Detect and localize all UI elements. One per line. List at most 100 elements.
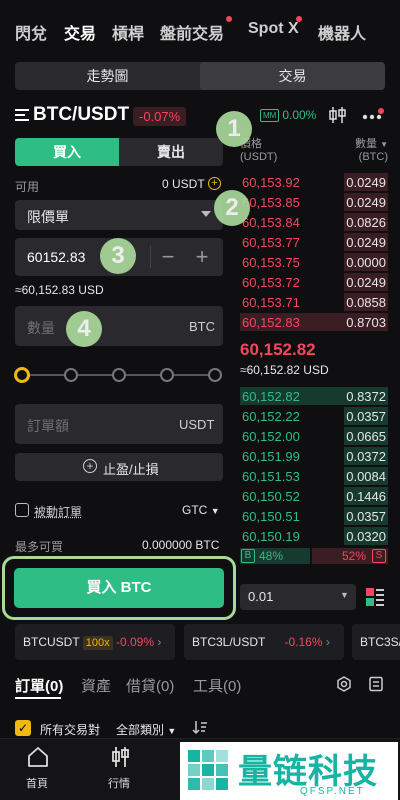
slider-step-50[interactable] bbox=[112, 368, 126, 382]
ticker-change: -0.09% bbox=[116, 635, 155, 649]
ask-row[interactable]: 60,153.77 0.0249 bbox=[240, 232, 388, 252]
orderbook-layout-icon[interactable] bbox=[364, 586, 386, 608]
bid-row[interactable]: 60,150.52 0.1446 bbox=[240, 486, 388, 506]
order-history-icon[interactable] bbox=[368, 676, 384, 692]
add-funds-icon[interactable]: + bbox=[208, 177, 221, 190]
price-usd: ≈60,152.83 USD bbox=[15, 283, 104, 297]
side-toggle: 買入 賣出 bbox=[15, 138, 223, 166]
tab-borrow[interactable]: 借貸(0) bbox=[126, 675, 174, 696]
slider-step-75[interactable] bbox=[160, 368, 174, 382]
sort-icon[interactable] bbox=[192, 719, 208, 735]
notification-dot bbox=[378, 108, 384, 114]
max-buy-label: 最多可買 bbox=[15, 540, 64, 554]
tp-sl-button[interactable]: + 止盈/止損 bbox=[15, 453, 223, 481]
tp-sl-label: 止盈/止損 bbox=[103, 462, 159, 477]
markets-icon[interactable] bbox=[108, 745, 132, 769]
slider-step-100[interactable] bbox=[208, 368, 222, 382]
tab-spot-x[interactable]: Spot X bbox=[248, 20, 299, 38]
row-price: 60,152.22 bbox=[242, 409, 300, 424]
ask-row[interactable]: 60,153.84 0.0826 bbox=[240, 212, 388, 232]
bid-row[interactable]: 60,150.19 0.0320 bbox=[240, 526, 388, 546]
tab-orders[interactable]: 訂單(0) bbox=[15, 675, 63, 696]
annotation-4: 4 bbox=[66, 311, 102, 347]
checkbox-checked-icon[interactable]: ✓ bbox=[15, 720, 31, 736]
chevron-down-icon: ▼ bbox=[340, 590, 349, 600]
tif-select[interactable]: GTC ▼ bbox=[182, 503, 220, 517]
decrease-price-button[interactable]: − bbox=[153, 242, 183, 272]
ask-row[interactable]: 60,153.92 0.0249 bbox=[240, 172, 388, 192]
row-price: 60,152.82 bbox=[242, 389, 300, 404]
bid-row[interactable]: 60,151.53 0.0084 bbox=[240, 466, 388, 486]
row-qty: 0.1446 bbox=[346, 489, 386, 504]
orderbook-qty-header[interactable]: 數量 ▼ (BTC) bbox=[348, 138, 388, 164]
order-total-field[interactable]: 訂單額 USDT bbox=[15, 404, 223, 444]
more-icon[interactable] bbox=[362, 114, 382, 120]
order-type-select[interactable]: 限價單 bbox=[15, 200, 223, 230]
row-qty: 0.0249 bbox=[346, 175, 386, 190]
tab-assets[interactable]: 資產 bbox=[81, 675, 111, 696]
buy-tag: B bbox=[241, 549, 255, 563]
row-price: 60,153.92 bbox=[242, 175, 300, 190]
mm-indicator[interactable]: MM 0.00% bbox=[260, 108, 316, 123]
tab-trade[interactable]: 交易 bbox=[64, 20, 96, 44]
amount-field[interactable]: 數量 BTC bbox=[15, 306, 223, 346]
tab-margin[interactable]: 槓桿 bbox=[112, 20, 144, 44]
slider-step-25[interactable] bbox=[64, 368, 78, 382]
available-label: 可用 bbox=[15, 180, 40, 194]
amount-unit: BTC bbox=[189, 319, 215, 334]
price-input[interactable]: 60152.83 bbox=[27, 249, 85, 265]
precision-select[interactable]: 0.01 ▼ bbox=[240, 584, 356, 610]
bid-row[interactable]: 60,152.82 0.8372 bbox=[240, 386, 388, 406]
precision-value: 0.01 bbox=[248, 589, 274, 604]
tif-value: GTC bbox=[182, 503, 208, 517]
slider-handle[interactable] bbox=[14, 367, 30, 383]
trade-view-button[interactable]: 交易 bbox=[200, 62, 385, 90]
plus-icon: + bbox=[83, 459, 97, 473]
row-qty: 0.0357 bbox=[346, 509, 386, 524]
watermark-url: QFSP.NET bbox=[300, 786, 365, 797]
category-filter[interactable]: 全部類別 ▼ bbox=[116, 721, 176, 738]
tab-swap[interactable]: 閃兌 bbox=[15, 20, 47, 44]
nav-home-label: 首頁 bbox=[26, 778, 48, 790]
settings-icon[interactable] bbox=[336, 676, 352, 692]
available-value: 0 USDT bbox=[162, 177, 205, 191]
ask-row[interactable]: 60,153.71 0.0858 bbox=[240, 292, 388, 312]
ask-row[interactable]: 60,153.75 0.0000 bbox=[240, 252, 388, 272]
bid-row[interactable]: 60,151.99 0.0372 bbox=[240, 446, 388, 466]
row-price: 60,153.72 bbox=[242, 275, 300, 290]
last-price[interactable]: 60,152.82 bbox=[240, 340, 316, 360]
post-only-checkbox[interactable] bbox=[15, 503, 29, 517]
chart-view-button[interactable]: 走勢圖 bbox=[15, 62, 200, 90]
candlestick-icon[interactable] bbox=[328, 106, 348, 124]
row-qty: 0.8703 bbox=[346, 315, 386, 330]
ask-row[interactable]: 60,153.85 0.0249 bbox=[240, 192, 388, 212]
bid-row[interactable]: 60,152.00 0.0665 bbox=[240, 426, 388, 446]
sell-tag: S bbox=[372, 549, 386, 563]
watermark: 量链科技 QFSP.NET bbox=[180, 742, 398, 800]
ticker-card[interactable]: BTC3S/ bbox=[352, 624, 400, 660]
row-qty: 0.0372 bbox=[346, 449, 386, 464]
notification-dot bbox=[296, 16, 302, 22]
annotation-3: 3 bbox=[100, 238, 136, 274]
row-price: 60,153.85 bbox=[242, 195, 300, 210]
home-icon[interactable] bbox=[26, 745, 50, 769]
chevron-right-icon: › bbox=[325, 635, 330, 649]
increase-price-button[interactable]: + bbox=[187, 242, 217, 272]
row-price: 60,153.84 bbox=[242, 215, 300, 230]
buy-submit-button[interactable]: 買入 BTC bbox=[14, 568, 224, 608]
ticker-card[interactable]: BTC3L/USDT -0.16% › bbox=[184, 624, 344, 660]
tab-tools[interactable]: 工具(0) bbox=[193, 675, 241, 696]
tab-premarket[interactable]: 盤前交易 bbox=[160, 20, 224, 44]
ask-row[interactable]: 60,152.83 0.8703 bbox=[240, 312, 388, 332]
bid-row[interactable]: 60,150.51 0.0357 bbox=[240, 506, 388, 526]
row-price: 60,153.71 bbox=[242, 295, 300, 310]
bid-row[interactable]: 60,152.22 0.0357 bbox=[240, 406, 388, 426]
sell-tab[interactable]: 賣出 bbox=[119, 138, 223, 166]
menu-icon[interactable] bbox=[15, 108, 29, 122]
buy-tab[interactable]: 買入 bbox=[15, 138, 119, 166]
ticker-card[interactable]: BTCUSDT 100x -0.09% › bbox=[15, 624, 175, 660]
col-price-unit: (USDT) bbox=[240, 151, 278, 163]
ask-row[interactable]: 60,153.72 0.0249 bbox=[240, 272, 388, 292]
tab-bots[interactable]: 機器人 bbox=[318, 20, 366, 44]
pair-title[interactable]: BTC/USDT bbox=[33, 104, 129, 126]
